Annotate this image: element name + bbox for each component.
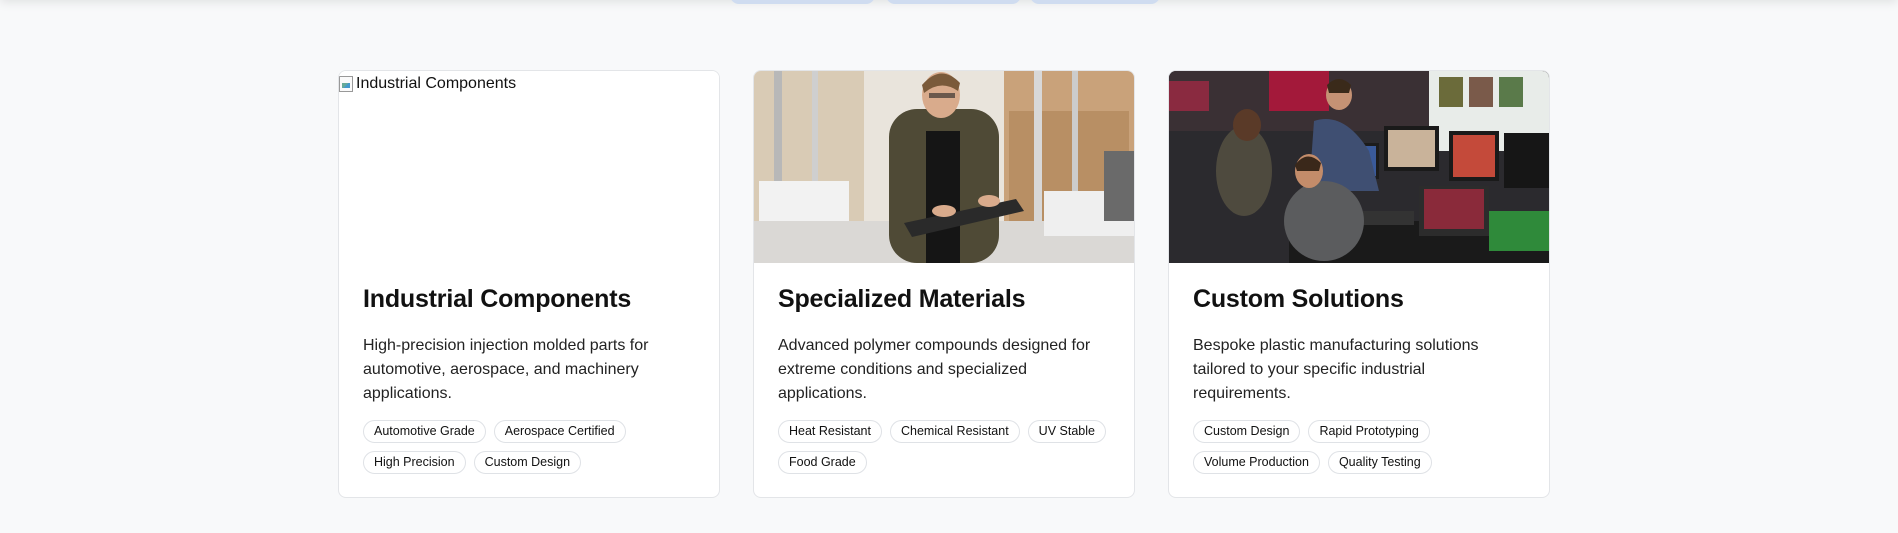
lab-photo-illustration (754, 71, 1134, 263)
card-title: Custom Solutions (1193, 285, 1404, 313)
card-description: High-precision injection molded parts fo… (363, 337, 649, 402)
card-title: Specialized Materials (778, 285, 1026, 313)
header-filter-chip[interactable] (886, 0, 1021, 4)
product-card[interactable]: Industrial Components Industrial Compone… (338, 70, 720, 498)
tag: Chemical Resistant (889, 420, 1020, 443)
card-description: Advanced polymer compounds designed for … (778, 337, 1091, 402)
tag-list: Custom Design Rapid Prototyping Volume P… (1193, 420, 1525, 474)
card-description: Bespoke plastic manufacturing solutions … (1193, 337, 1479, 402)
tag: Aerospace Certified (493, 420, 626, 443)
product-card[interactable]: Specialized Materials Advanced polymer c… (753, 70, 1135, 498)
tag: Custom Design (473, 451, 582, 474)
card-title: Industrial Components (363, 285, 632, 313)
tag: Food Grade (778, 451, 867, 474)
header-filter-chip[interactable] (1030, 0, 1160, 4)
card-image: Industrial Components (339, 71, 719, 263)
header-filter-chip[interactable] (730, 0, 875, 4)
tag-list: Heat Resistant Chemical Resistant UV Sta… (778, 420, 1110, 474)
tag: Custom Design (1193, 420, 1301, 443)
tag: High Precision (363, 451, 466, 474)
tag: Automotive Grade (363, 420, 486, 443)
control-room-photo-illustration (1169, 71, 1549, 263)
tag: Quality Testing (1327, 451, 1432, 474)
broken-image-icon (339, 76, 353, 92)
tag: UV Stable (1027, 420, 1106, 443)
tag-list: Automotive Grade Aerospace Certified Hig… (363, 420, 695, 474)
card-image (1169, 71, 1549, 263)
tag: Volume Production (1193, 451, 1320, 474)
image-alt-text: Industrial Components (356, 75, 517, 92)
product-card-grid: Industrial Components Industrial Compone… (338, 70, 1550, 498)
product-card[interactable]: Custom Solutions Bespoke plastic manufac… (1168, 70, 1550, 498)
tag: Heat Resistant (778, 420, 882, 443)
tag: Rapid Prototyping (1308, 420, 1430, 443)
broken-image-placeholder: Industrial Components (339, 75, 516, 93)
card-image (754, 71, 1134, 263)
